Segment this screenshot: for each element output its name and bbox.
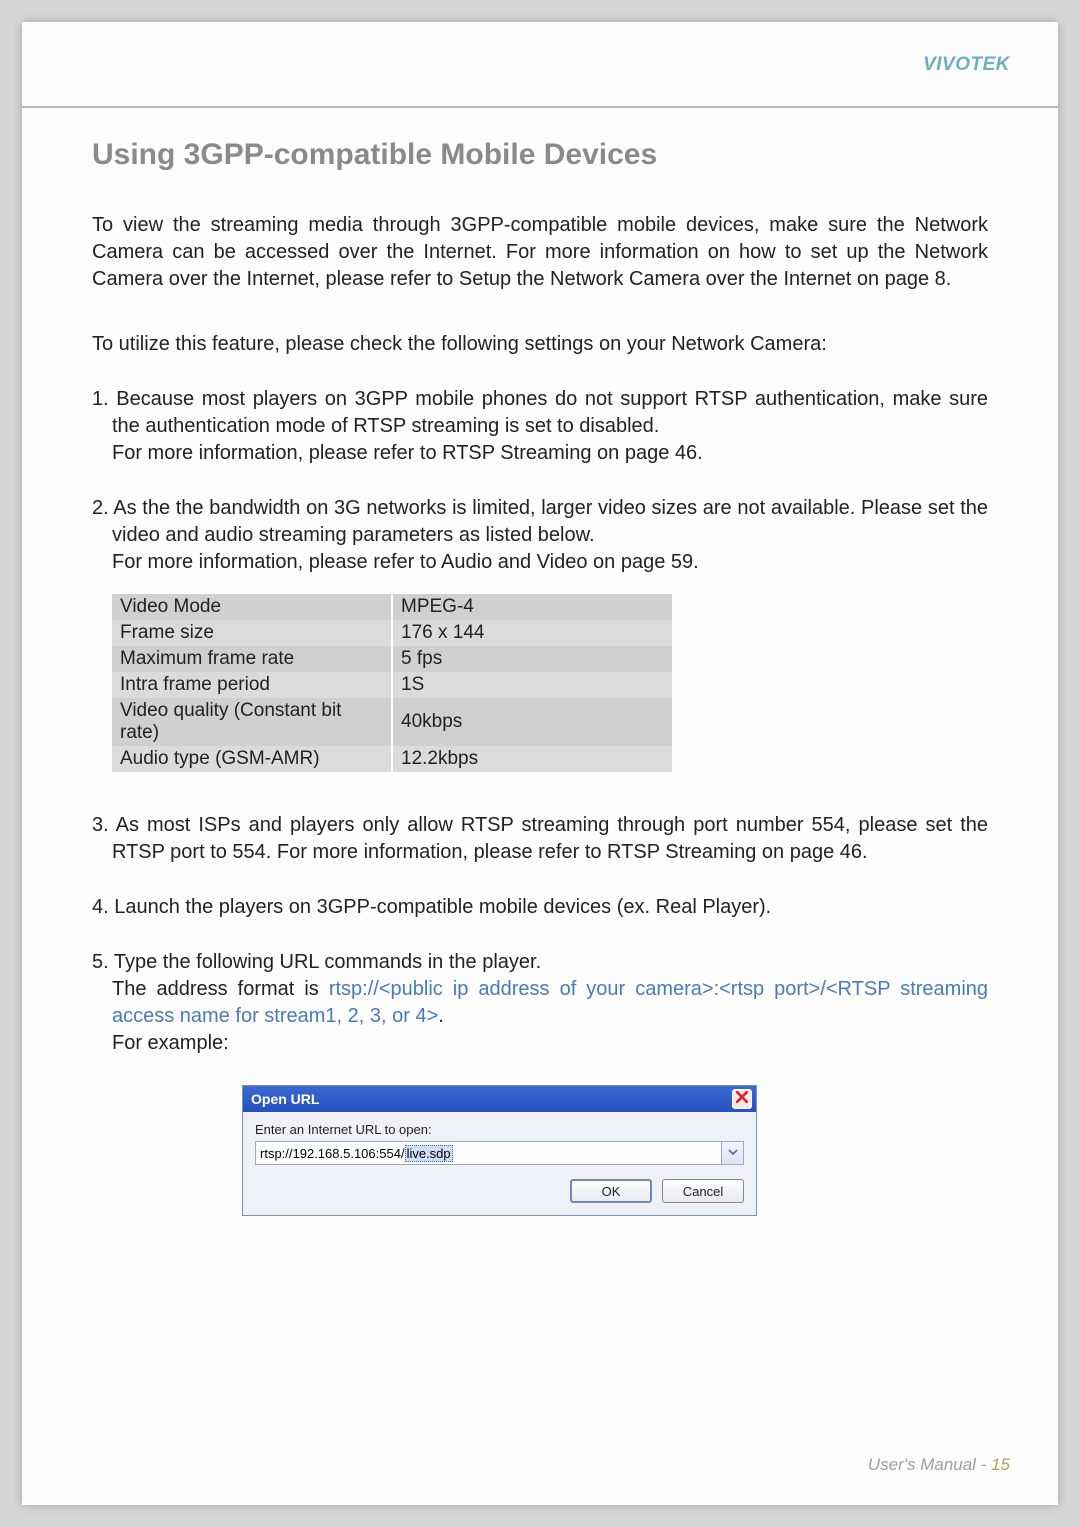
table-cell-key: Video quality (Constant bit rate) [112,698,392,746]
url-input-highlight: live.sdp [405,1145,453,1162]
ok-button[interactable]: OK [570,1179,652,1203]
table-row: Audio type (GSM-AMR)12.2kbps [112,746,672,772]
dropdown-button[interactable] [722,1141,744,1165]
list-item-2a: 2. As the the bandwidth on 3G networks i… [92,495,988,549]
list-item-1a: 1. Because most players on 3GPP mobile p… [92,386,988,440]
table-row: Video ModeMPEG-4 [112,594,672,620]
table-row: Video quality (Constant bit rate)40kbps [112,698,672,746]
table-cell-value: 1S [392,672,672,698]
table-cell-key: Maximum frame rate [112,646,392,672]
settings-tbody: Video ModeMPEG-4Frame size176 x 144Maxim… [112,594,672,772]
table-cell-value: 5 fps [392,646,672,672]
brand-label: VIVOTEK [923,54,1010,76]
cancel-button[interactable]: Cancel [662,1179,744,1203]
document-page: VIVOTEK Using 3GPP-compatible Mobile Dev… [22,22,1058,1505]
url-input[interactable]: rtsp://192.168.5.106:554/live.sdp [255,1141,722,1165]
intro2-paragraph: To utilize this feature, please check th… [92,331,988,358]
url-input-text: rtsp://192.168.5.106:554/ [260,1146,405,1161]
list-item-5b: The address format is rtsp://<public ip … [92,976,988,1030]
table-cell-key: Intra frame period [112,672,392,698]
dialog-title: Open URL [251,1091,319,1107]
page-title: Using 3GPP-compatible Mobile Devices [92,138,988,172]
open-url-dialog-wrap: Open URL Enter an Internet URL to open: … [242,1085,988,1216]
url-format-post: . [438,1005,444,1027]
url-label: Enter an Internet URL to open: [255,1122,744,1137]
header-rule [22,106,1058,108]
list-item-4: 4. Launch the players on 3GPP-compatible… [92,894,988,921]
table-cell-value: 40kbps [392,698,672,746]
url-format-pre: The address format is [112,978,329,1000]
table-cell-key: Video Mode [112,594,392,620]
close-icon [736,1090,748,1108]
open-url-dialog: Open URL Enter an Internet URL to open: … [242,1085,757,1216]
dialog-body: Enter an Internet URL to open: rtsp://19… [243,1112,756,1215]
table-cell-key: Audio type (GSM-AMR) [112,746,392,772]
table-cell-value: 176 x 144 [392,620,672,646]
table-cell-value: MPEG-4 [392,594,672,620]
dialog-button-row: OK Cancel [255,1179,744,1203]
close-button[interactable] [732,1089,752,1109]
list-item-5c: For example: [92,1030,988,1057]
chevron-down-icon [728,1144,738,1162]
table-row: Intra frame period1S [112,672,672,698]
list-item-1b: For more information, please refer to RT… [92,440,988,467]
list-item-5a: 5. Type the following URL commands in th… [92,949,988,976]
table-cell-value: 12.2kbps [392,746,672,772]
list-item-2b: For more information, please refer to Au… [92,549,988,576]
table-row: Maximum frame rate5 fps [112,646,672,672]
table-row: Frame size176 x 144 [112,620,672,646]
list-item-3: 3. As most ISPs and players only allow R… [92,812,988,866]
footer-label: User's Manual - [868,1455,991,1474]
dialog-titlebar[interactable]: Open URL [243,1086,756,1112]
footer-page-number: 15 [991,1455,1010,1474]
page-content: Using 3GPP-compatible Mobile Devices To … [92,22,988,1216]
intro-paragraph: To view the streaming media through 3GPP… [92,212,988,293]
settings-table: Video ModeMPEG-4Frame size176 x 144Maxim… [112,594,672,772]
table-cell-key: Frame size [112,620,392,646]
url-combobox[interactable]: rtsp://192.168.5.106:554/live.sdp [255,1141,744,1165]
page-footer: User's Manual - 15 [868,1455,1010,1475]
